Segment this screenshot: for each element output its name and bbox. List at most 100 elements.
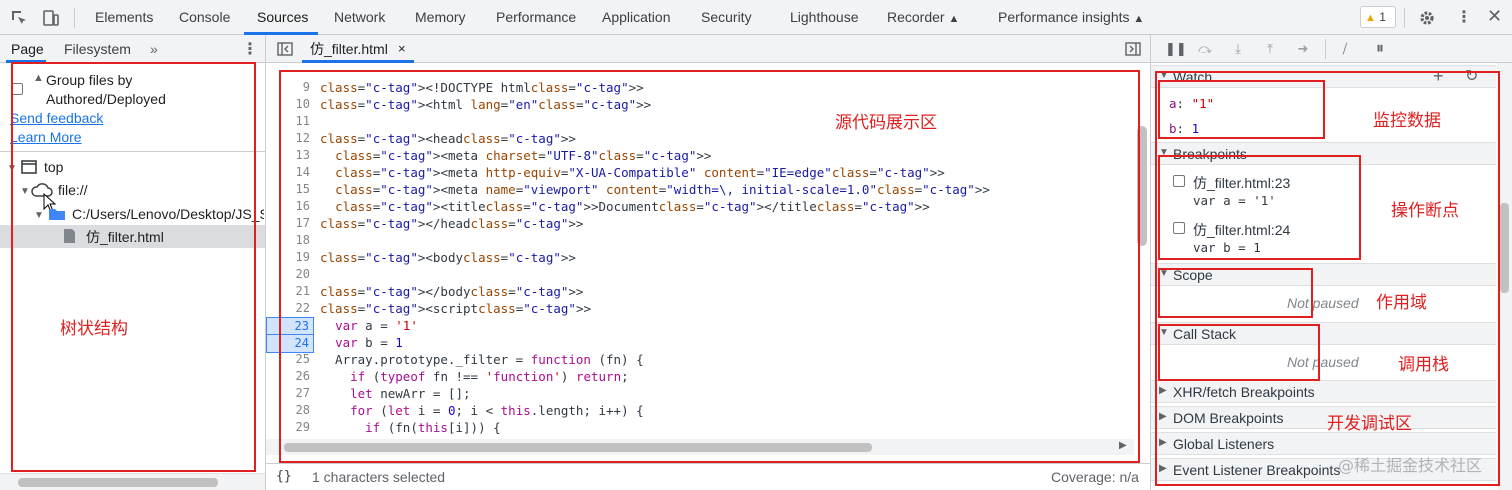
toggle-debugger-icon[interactable]	[1125, 42, 1141, 56]
code-line[interactable]: 12 class="c-tag"><headclass="c-tag">>	[266, 130, 1134, 147]
expand-arrow-icon[interactable]: ▼	[34, 210, 44, 221]
scrollbar-thumb[interactable]	[284, 443, 872, 452]
dom-breakpoints-section-header[interactable]: ▶ DOM Breakpoints	[1151, 406, 1496, 429]
tab-lighthouse[interactable]: Lighthouse	[790, 0, 859, 35]
line-number[interactable]: 9	[266, 79, 310, 96]
callstack-section-header[interactable]: ▼ Call Stack	[1151, 322, 1496, 345]
code-line[interactable]: 25 Array.prototype._filter = function (f…	[266, 351, 1134, 368]
code-line[interactable]: 17 class="c-tag"></headclass="c-tag">>	[266, 215, 1134, 232]
scrollbar-thumb[interactable]	[1137, 126, 1147, 246]
tab-application[interactable]: Application	[602, 0, 671, 35]
breakpoints-section-header[interactable]: ▼ Breakpoints	[1151, 142, 1496, 165]
gear-icon[interactable]	[1418, 9, 1436, 27]
xhr-breakpoints-section-header[interactable]: ▶ XHR/fetch Breakpoints	[1151, 380, 1496, 403]
tab-performance[interactable]: Performance	[496, 0, 576, 35]
line-number[interactable]: 16	[266, 198, 310, 215]
line-number[interactable]: 11	[266, 113, 310, 130]
line-number[interactable]: 13	[266, 147, 310, 164]
breakpoint-location[interactable]: 仿_filter.html:24	[1193, 220, 1290, 240]
tab-performance-insights[interactable]: Performance insights ▲	[998, 0, 1144, 35]
close-tab-icon[interactable]: ×	[398, 35, 406, 63]
navigator-menu-icon[interactable]: ⋮	[242, 39, 258, 59]
step-out-icon[interactable]: ⤒	[1262, 41, 1278, 57]
file-tab[interactable]: 仿_filter.html	[310, 35, 388, 63]
code-line[interactable]: 18	[266, 232, 1134, 249]
step-over-icon[interactable]: ⤼	[1197, 41, 1213, 57]
close-devtools-icon[interactable]: ✕	[1487, 6, 1502, 27]
warnings-badge[interactable]: ▲ 1	[1360, 6, 1396, 28]
breakpoint-location[interactable]: 仿_filter.html:23	[1193, 173, 1290, 193]
code-line[interactable]: 9 class="c-tag"><!DOCTYPE htmlclass="c-ta…	[266, 79, 1134, 96]
scrollbar-thumb[interactable]	[1500, 203, 1509, 293]
line-number[interactable]: 28	[266, 402, 310, 419]
tab-sources[interactable]: Sources	[257, 0, 308, 35]
breakpoint-checkbox[interactable]	[1173, 175, 1185, 187]
tab-filesystem[interactable]: Filesystem	[64, 35, 131, 63]
tab-recorder[interactable]: Recorder ▲	[887, 0, 959, 35]
code-line[interactable]: 10 class="c-tag"><html lang="en"class="c-…	[266, 96, 1134, 113]
send-feedback-link[interactable]: Send feedback	[10, 110, 103, 126]
vertical-scrollbar[interactable]	[1134, 71, 1150, 439]
step-icon[interactable]: ➜	[1295, 41, 1311, 57]
code-line[interactable]: 19 class="c-tag"><bodyclass="c-tag">>	[266, 249, 1134, 266]
pause-icon[interactable]: ❚❚	[1165, 41, 1187, 57]
code-line[interactable]: 26 if (typeof fn !== 'function') return;	[266, 368, 1134, 385]
scrollbar-thumb[interactable]	[18, 478, 218, 487]
horizontal-scrollbar[interactable]	[0, 473, 265, 490]
watch-expression[interactable]: a: "1"	[1169, 96, 1214, 111]
line-number[interactable]: 15	[266, 181, 310, 198]
tree-item-file-selected[interactable]: 仿_filter.html	[0, 225, 265, 248]
more-options-icon[interactable]: ⋮	[1456, 7, 1472, 27]
code-line[interactable]: 11	[266, 113, 1134, 130]
line-number[interactable]: 17	[266, 215, 310, 232]
code-line[interactable]: 29 if (fn(this[i])) {	[266, 419, 1134, 436]
line-number[interactable]: 20	[266, 266, 310, 283]
line-number[interactable]: 10	[266, 96, 310, 113]
pretty-print-icon[interactable]: {}	[276, 469, 292, 484]
group-files-checkbox[interactable]	[11, 83, 23, 95]
toggle-navigator-icon[interactable]	[277, 42, 293, 56]
code-line[interactable]: 15 class="c-tag"><meta name="viewport" c…	[266, 181, 1134, 198]
pause-on-exceptions-icon[interactable]: ⏸	[1372, 41, 1388, 57]
expand-arrow-icon[interactable]: ▼	[7, 163, 17, 174]
device-toolbar-icon[interactable]	[42, 9, 60, 27]
learn-more-link[interactable]: Learn More	[10, 129, 82, 145]
horizontal-scrollbar[interactable]: ▶	[266, 439, 1134, 455]
line-number[interactable]: 14	[266, 164, 310, 181]
step-into-icon[interactable]: ⤓	[1230, 41, 1246, 57]
tab-page[interactable]: Page	[11, 35, 44, 63]
line-number[interactable]: 21	[266, 283, 310, 300]
tab-network[interactable]: Network	[334, 0, 385, 35]
scroll-right-icon[interactable]: ▶	[1119, 440, 1127, 451]
code-line[interactable]: 21 class="c-tag"></bodyclass="c-tag">>	[266, 283, 1134, 300]
add-watch-icon[interactable]: +	[1433, 66, 1444, 87]
breakpoint-checkbox[interactable]	[1173, 222, 1185, 234]
line-number[interactable]: 26	[266, 368, 310, 385]
refresh-icon[interactable]: ↻	[1465, 66, 1478, 86]
code-line[interactable]: 27 let newArr = [];	[266, 385, 1134, 402]
code-line[interactable]: 28 for (let i = 0; i < this.length; i++)…	[266, 402, 1134, 419]
inspect-element-icon[interactable]	[10, 9, 28, 27]
code-editor[interactable]: 9 class="c-tag"><!DOCTYPE htmlclass="c-ta…	[266, 71, 1134, 439]
code-line[interactable]: 20	[266, 266, 1134, 283]
line-number[interactable]: 12	[266, 130, 310, 147]
tab-memory[interactable]: Memory	[415, 0, 466, 35]
more-tabs-icon[interactable]: »	[150, 41, 158, 57]
deactivate-breakpoints-icon[interactable]: ⧸	[1337, 41, 1353, 57]
code-line[interactable]: 23 var a = '1'	[266, 317, 1134, 336]
code-line[interactable]: 24 var b = 1	[266, 334, 1134, 353]
line-number[interactable]: 27	[266, 385, 310, 402]
watch-expression[interactable]: b: 1	[1169, 121, 1199, 136]
tab-console[interactable]: Console	[179, 0, 230, 35]
code-line[interactable]: 14 class="c-tag"><meta http-equiv="X-UA-…	[266, 164, 1134, 181]
code-line[interactable]: 16 class="c-tag"><titleclass="c-tag">>Do…	[266, 198, 1134, 215]
expand-arrow-icon[interactable]: ▼	[20, 186, 30, 197]
line-number[interactable]: 19	[266, 249, 310, 266]
tab-security[interactable]: Security	[701, 0, 752, 35]
code-line[interactable]: 22 class="c-tag"><scriptclass="c-tag">>	[266, 300, 1134, 317]
line-number[interactable]: 29	[266, 419, 310, 436]
tab-elements[interactable]: Elements	[95, 0, 153, 35]
line-number[interactable]: 22	[266, 300, 310, 317]
line-number[interactable]: 25	[266, 351, 310, 368]
scope-section-header[interactable]: ▼ Scope	[1151, 263, 1496, 286]
